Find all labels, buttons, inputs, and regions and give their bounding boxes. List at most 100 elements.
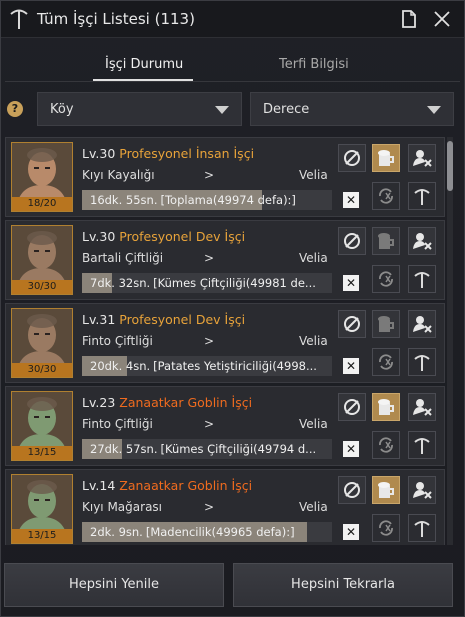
tab-worker-status[interactable]: İşçi Durumu bbox=[105, 57, 183, 72]
fire-worker-button[interactable] bbox=[408, 310, 436, 338]
work-progress-bar: 20dk. 4sn. [Patates Yetiştiriciliği(4998.… bbox=[82, 356, 332, 376]
worker-level: Lv.31 bbox=[82, 312, 116, 327]
worker-arrow: > bbox=[204, 500, 215, 514]
worker-type: Zanaatkar Goblin İşçi bbox=[119, 478, 253, 493]
work-progress-text: 7dk. 32sn. [Kümes Çiftçiliği(49981 de... bbox=[90, 276, 326, 290]
worker-arrow: > bbox=[204, 168, 215, 182]
work-progress-text: 2dk. 9sn. [Madencilik(49965 defa):] bbox=[90, 525, 326, 539]
worker-arrow: > bbox=[204, 334, 215, 348]
worker-portrait: 18/20 bbox=[11, 142, 73, 212]
tab-promotion-info[interactable]: Terfi Bilgisi bbox=[279, 57, 349, 72]
cancel-work-button[interactable]: ✕ bbox=[343, 441, 359, 457]
beer-mug-icon bbox=[378, 150, 394, 166]
worker-card[interactable]: 30/30 Lv.30 Profesyonel Dev İşçi Bartali … bbox=[5, 220, 445, 300]
refresh-all-button[interactable]: Hepsini Yenile bbox=[4, 563, 224, 607]
repeat-work-button[interactable] bbox=[372, 182, 400, 210]
worker-portrait: 30/30 bbox=[11, 308, 73, 378]
worker-level: Lv.14 bbox=[82, 478, 116, 493]
repeat-icon bbox=[379, 354, 393, 370]
worker-type: Profesyonel İnsan İşçi bbox=[119, 146, 255, 161]
worker-level: Lv.23 bbox=[82, 395, 116, 410]
pickaxe-icon bbox=[414, 189, 430, 205]
beer-mug-icon bbox=[378, 233, 394, 249]
worker-title: Lv.31 Profesyonel Dev İşçi bbox=[82, 312, 245, 327]
stop-work-button[interactable] bbox=[338, 310, 366, 338]
cancel-work-button[interactable]: ✕ bbox=[343, 275, 359, 291]
stop-work-button[interactable] bbox=[338, 393, 366, 421]
feed-worker-button[interactable] bbox=[372, 393, 400, 421]
pickaxe-icon bbox=[414, 521, 430, 537]
work-progress-bar: 7dk. 32sn. [Kümes Çiftçiliği(49981 de... bbox=[82, 273, 332, 293]
stamina-label: 30/30 bbox=[12, 280, 72, 294]
repeat-icon bbox=[379, 188, 393, 204]
cancel-work-button[interactable]: ✕ bbox=[343, 192, 359, 208]
dismiss-worker-icon bbox=[413, 233, 432, 250]
work-progress-bar: 2dk. 9sn. [Madencilik(49965 defa):] bbox=[82, 522, 332, 542]
repeat-work-button[interactable] bbox=[372, 348, 400, 376]
work-remaining-time: 7dk. 32sn. bbox=[90, 276, 151, 290]
scroll-thumb[interactable] bbox=[447, 141, 453, 191]
work-progress-text: 20dk. 4sn. [Patates Yetiştiriciliği(4998.… bbox=[90, 359, 326, 373]
scrollbar[interactable] bbox=[447, 137, 453, 545]
work-progress-text: 16dk. 55sn. [Toplama(49974 defa):] bbox=[90, 193, 326, 207]
work-remaining-time: 2dk. 9sn. bbox=[90, 525, 143, 539]
change-work-button[interactable] bbox=[408, 514, 436, 542]
stop-work-button[interactable] bbox=[338, 476, 366, 504]
pickaxe-icon bbox=[414, 355, 430, 371]
stop-icon bbox=[344, 399, 360, 415]
work-job-label: [Madencilik(49965 defa):] bbox=[145, 525, 295, 539]
repeat-icon bbox=[379, 271, 393, 287]
change-work-button[interactable] bbox=[408, 265, 436, 293]
fire-worker-button[interactable] bbox=[408, 476, 436, 504]
dismiss-worker-icon bbox=[413, 316, 432, 333]
change-work-button[interactable] bbox=[408, 431, 436, 459]
close-icon[interactable] bbox=[432, 9, 452, 29]
stamina-label: 13/15 bbox=[12, 529, 72, 543]
node-filter-dropdown[interactable]: Köy bbox=[37, 92, 242, 126]
worker-card[interactable]: 13/15 Lv.14 Zanaatkar Goblin İşçi Kıyı Ma… bbox=[5, 469, 445, 545]
repeat-icon bbox=[379, 437, 393, 453]
grade-filter-value: Derece bbox=[263, 102, 310, 117]
worker-node: Bartali Çiftliği bbox=[82, 251, 164, 265]
change-work-button[interactable] bbox=[408, 182, 436, 210]
fire-worker-button[interactable] bbox=[408, 227, 436, 255]
feed-worker-button[interactable] bbox=[372, 227, 400, 255]
work-progress-bar: 16dk. 55sn. [Toplama(49974 defa):] bbox=[82, 190, 332, 210]
work-remaining-time: 20dk. 4sn. bbox=[90, 359, 151, 373]
worker-title: Lv.23 Zanaatkar Goblin İşçi bbox=[82, 395, 252, 410]
cancel-work-button[interactable]: ✕ bbox=[343, 524, 359, 540]
worker-portrait: 13/15 bbox=[11, 474, 73, 544]
feed-worker-button[interactable] bbox=[372, 144, 400, 172]
repeat-work-button[interactable] bbox=[372, 514, 400, 542]
repeat-work-button[interactable] bbox=[372, 265, 400, 293]
worker-card[interactable]: 30/30 Lv.31 Profesyonel Dev İşçi Finto Çi… bbox=[5, 303, 445, 383]
work-job-label: [Patates Yetiştiriciliği(4998... bbox=[153, 359, 317, 373]
work-remaining-time: 27dk. 57sn. bbox=[90, 442, 158, 456]
worker-town: Velia bbox=[299, 251, 328, 265]
help-icon[interactable]: ? bbox=[7, 101, 23, 117]
repeat-icon bbox=[379, 520, 393, 536]
grade-filter-dropdown[interactable]: Derece bbox=[250, 92, 454, 126]
stamina-label: 30/30 bbox=[12, 363, 72, 377]
feed-worker-button[interactable] bbox=[372, 476, 400, 504]
worker-node: Kıyı Kayalığı bbox=[82, 168, 155, 182]
stop-work-button[interactable] bbox=[338, 227, 366, 255]
repeat-work-button[interactable] bbox=[372, 431, 400, 459]
change-work-button[interactable] bbox=[408, 348, 436, 376]
cancel-work-button[interactable]: ✕ bbox=[343, 358, 359, 374]
worker-card[interactable]: 18/20 Lv.30 Profesyonel İnsan İşçi Kıyı K… bbox=[5, 137, 445, 217]
repeat-all-button[interactable]: Hepsini Tekrarla bbox=[233, 563, 453, 607]
fire-worker-button[interactable] bbox=[408, 144, 436, 172]
work-job-label: [Kümes Çiftçiliği(49794 d... bbox=[160, 442, 317, 456]
feed-worker-button[interactable] bbox=[372, 310, 400, 338]
stop-work-button[interactable] bbox=[338, 144, 366, 172]
tab-bar: İşçi Durumu Terfi Bilgisi bbox=[1, 47, 464, 81]
worker-list[interactable]: 18/20 Lv.30 Profesyonel İnsan İşçi Kıyı K… bbox=[5, 137, 445, 545]
worker-card[interactable]: 13/15 Lv.23 Zanaatkar Goblin İşçi Finto Ç… bbox=[5, 386, 445, 466]
fire-worker-button[interactable] bbox=[408, 393, 436, 421]
worker-arrow: > bbox=[204, 251, 215, 265]
worker-node: Kıyı Mağarası bbox=[82, 500, 163, 514]
document-icon[interactable] bbox=[399, 9, 419, 29]
worker-town: Velia bbox=[299, 500, 328, 514]
chevron-down-icon bbox=[215, 106, 229, 114]
